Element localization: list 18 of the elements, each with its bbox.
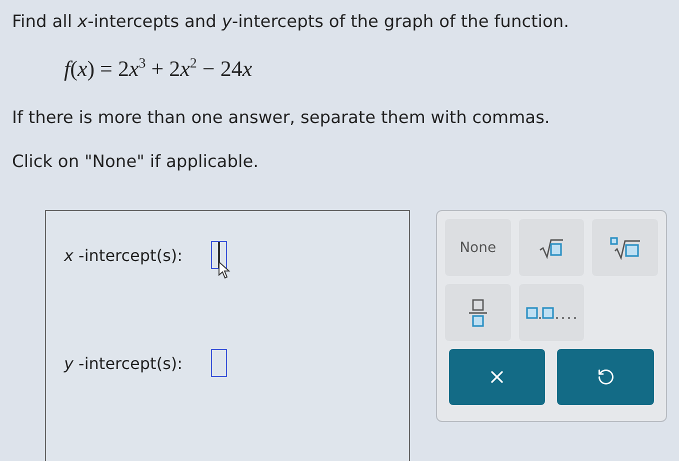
mouse-pointer-icon <box>218 261 232 279</box>
none-key[interactable]: None <box>445 219 511 276</box>
square-root-key[interactable] <box>518 219 584 276</box>
undo-icon <box>596 368 615 386</box>
function-formula: f(x) = 2x$^{3}$ + 2x$^{2}$ − 24x <box>64 56 254 82</box>
intercept-label: x -intercept(s): <box>64 246 183 264</box>
square-root-icon <box>538 236 564 258</box>
intercept-label: y -intercept(s): <box>64 354 183 372</box>
question-prompt: Find all x-intercepts and y-intercepts of the graph of the function. <box>12 12 570 32</box>
list-icon <box>525 304 578 320</box>
instruction-text: Click on "None" if applicable. <box>12 152 260 172</box>
nth-root-icon <box>609 236 642 260</box>
instruction-text: If there is more than one answer, separate them with commas. <box>12 108 551 128</box>
answer-field[interactable] <box>210 349 227 377</box>
fraction-icon <box>468 298 488 328</box>
nth-root-key[interactable] <box>592 219 658 276</box>
fraction-key[interactable] <box>445 284 511 341</box>
list-key[interactable] <box>518 284 584 341</box>
